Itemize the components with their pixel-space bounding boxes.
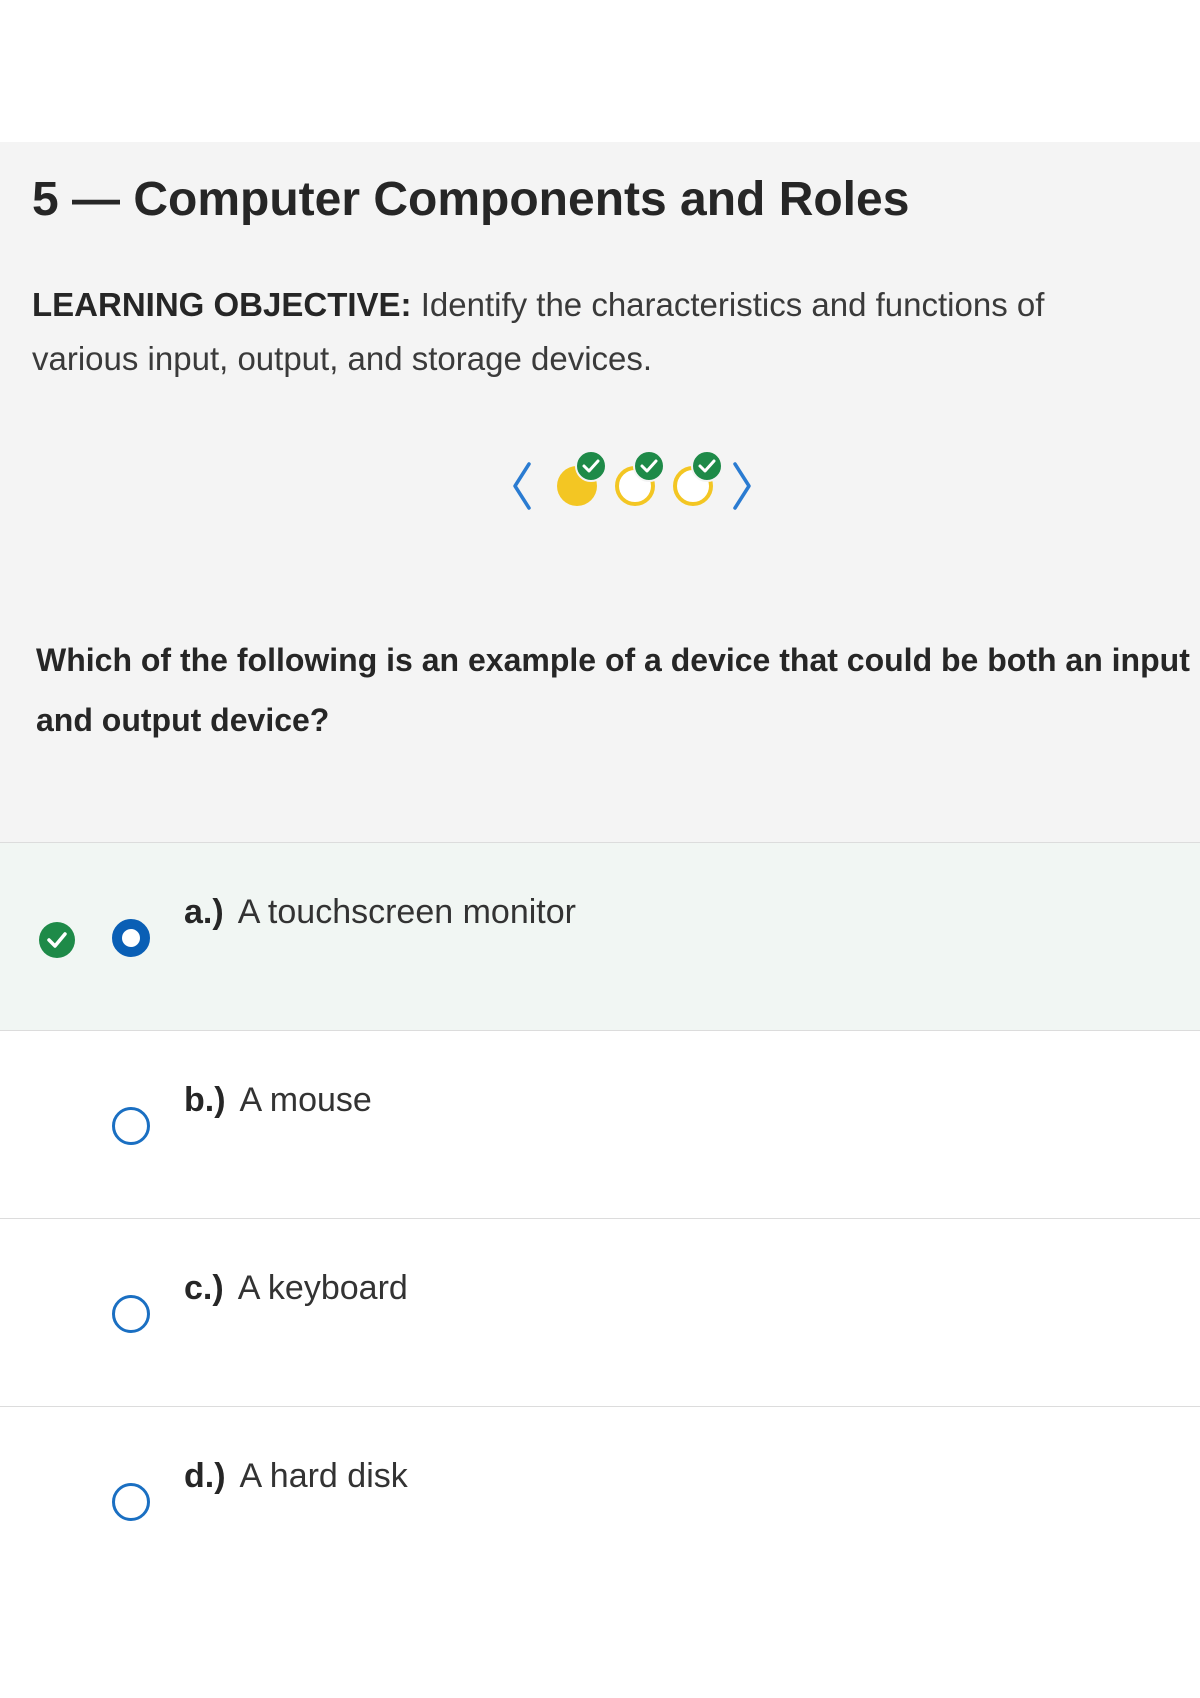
option-label: A hard disk (239, 1457, 408, 1495)
option-label: A keyboard (237, 1269, 408, 1307)
chevron-left-icon[interactable] (505, 458, 537, 510)
option-letter: a.) (184, 893, 224, 931)
option-text-b: b.) A mouse (184, 1081, 372, 1120)
answer-option-a[interactable]: a.) A touchscreen monitor (0, 842, 1200, 1030)
option-label: A mouse (239, 1081, 372, 1119)
question-text: Which of the following is an example of … (36, 642, 1190, 738)
progress-step-2[interactable] (615, 450, 665, 506)
option-label: A touchscreen monitor (237, 893, 576, 931)
progress-graphic (505, 450, 755, 510)
answer-option-d[interactable]: d.) A hard disk (0, 1406, 1200, 1594)
option-text-a: a.) A touchscreen monitor (184, 893, 576, 932)
radio-button-d[interactable] (112, 1483, 150, 1521)
chevron-right-icon[interactable] (723, 458, 755, 510)
answer-option-c[interactable]: c.) A keyboard (0, 1218, 1200, 1406)
question-progress-nav (505, 440, 765, 520)
option-text-d: d.) A hard disk (184, 1457, 408, 1496)
progress-step-1[interactable] (557, 450, 607, 506)
radio-button-b[interactable] (112, 1107, 150, 1145)
learning-objective: LEARNING OBJECTIVE: Identify the charact… (32, 278, 1152, 386)
check-icon (575, 450, 607, 482)
answer-option-b[interactable]: b.) A mouse (0, 1030, 1200, 1218)
check-icon (691, 450, 723, 482)
option-letter: b.) (184, 1081, 226, 1119)
progress-step-3[interactable] (673, 450, 723, 506)
radio-button-a[interactable] (112, 919, 150, 957)
top-blank-area (0, 0, 1200, 142)
correct-check-icon (39, 922, 75, 958)
radio-button-c[interactable] (112, 1295, 150, 1333)
objective-label: LEARNING OBJECTIVE: (32, 286, 412, 323)
page-title: 5 — Computer Components and Roles (32, 173, 910, 226)
option-letter: c.) (184, 1269, 224, 1307)
check-icon (633, 450, 665, 482)
option-text-c: c.) A keyboard (184, 1269, 408, 1308)
option-letter: d.) (184, 1457, 226, 1495)
